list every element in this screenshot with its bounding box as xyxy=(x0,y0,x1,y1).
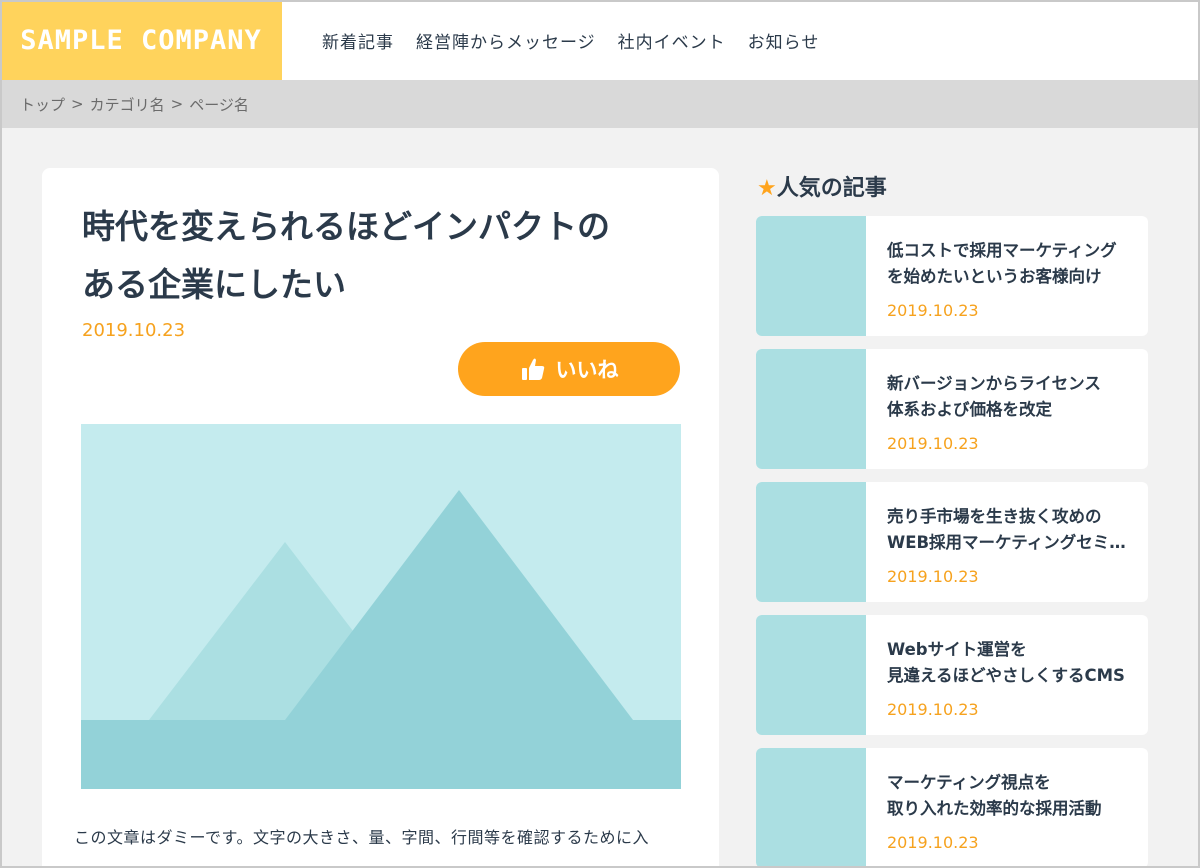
breadcrumb: トップ > カテゴリ名 > ページ名 xyxy=(0,80,1200,128)
popular-article-title: マーケティング視点を 取り入れた効率的な採用活動 xyxy=(887,773,1102,818)
thumbs-up-icon xyxy=(521,358,544,380)
popular-article-date: 2019.10.23 xyxy=(887,301,979,320)
popular-article-item[interactable]: 売り手市場を生き抜く攻めの WEB採用マーケティングセミ… 2019.10.23 xyxy=(756,482,1148,602)
article-date: 2019.10.23 xyxy=(82,320,186,341)
article-card: 時代を変えられるほどインパクトの ある企業にしたい 2019.10.23 いいね… xyxy=(42,168,719,868)
popular-article-date: 2019.10.23 xyxy=(887,833,979,852)
nav-item-new-articles[interactable]: 新着記事 xyxy=(322,28,394,53)
breadcrumb-top[interactable]: トップ xyxy=(20,94,65,115)
article-thumbnail xyxy=(756,615,866,735)
popular-articles-title: 人気の記事 xyxy=(776,176,887,201)
popular-article-item[interactable]: 低コストで採用マーケティング を始めたいというお客様向け 2019.10.23 xyxy=(756,216,1148,336)
article-thumbnail xyxy=(756,748,866,868)
site-logo[interactable]: SAMPLE COMPANY xyxy=(0,0,282,80)
article-title-line1: 時代を変えられるほどインパクトの xyxy=(82,207,610,246)
popular-article-title: Webサイト運営を 見違えるほどやさしくするCMS xyxy=(887,640,1125,685)
article-title-line2: ある企業にしたい xyxy=(82,265,346,304)
article-thumbnail xyxy=(756,482,866,602)
main-nav: 新着記事 経営陣からメッセージ 社内イベント お知らせ xyxy=(322,28,819,53)
like-label: いいね xyxy=(555,358,619,382)
breadcrumb-separator: > xyxy=(71,95,84,113)
popular-articles-heading: ★人気の記事 xyxy=(757,170,887,202)
like-button[interactable]: いいね xyxy=(458,342,680,396)
breadcrumb-category[interactable]: カテゴリ名 xyxy=(90,94,165,115)
article-thumbnail xyxy=(756,216,866,336)
article-title: 時代を変えられるほどインパクトの ある企業にしたい xyxy=(82,198,682,314)
popular-article-date: 2019.10.23 xyxy=(887,434,979,453)
article-thumbnail xyxy=(756,349,866,469)
article-hero-image xyxy=(81,424,681,789)
article-body-text: この文章はダミーです。文字の大きさ、量、字間、行間等を確認するために入 xyxy=(74,828,649,847)
nav-item-internal-events[interactable]: 社内イベント xyxy=(618,28,726,53)
breadcrumb-separator: > xyxy=(170,95,184,113)
popular-article-date: 2019.10.23 xyxy=(887,567,979,586)
nav-item-news[interactable]: お知らせ xyxy=(748,28,820,53)
popular-article-item[interactable]: 新バージョンからライセンス 体系および価格を改定 2019.10.23 xyxy=(756,349,1148,469)
popular-article-date: 2019.10.23 xyxy=(887,700,979,719)
popular-article-title: 新バージョンからライセンス 体系および価格を改定 xyxy=(887,374,1101,419)
popular-article-title: 売り手市場を生き抜く攻めの WEB採用マーケティングセミ… xyxy=(887,507,1126,552)
star-icon: ★ xyxy=(757,176,777,201)
site-header: SAMPLE COMPANY 新着記事 経営陣からメッセージ 社内イベント お知… xyxy=(0,0,1200,80)
nav-item-executive-message[interactable]: 経営陣からメッセージ xyxy=(416,28,596,53)
mountain-placeholder-image xyxy=(81,424,681,789)
popular-article-item[interactable]: マーケティング視点を 取り入れた効率的な採用活動 2019.10.23 xyxy=(756,748,1148,868)
popular-article-item[interactable]: Webサイト運営を 見違えるほどやさしくするCMS 2019.10.23 xyxy=(756,615,1148,735)
popular-articles-list: 低コストで採用マーケティング を始めたいというお客様向け 2019.10.23 … xyxy=(756,216,1148,868)
popular-article-title: 低コストで採用マーケティング を始めたいというお客様向け xyxy=(887,241,1117,286)
breadcrumb-page: ページ名 xyxy=(189,95,249,114)
